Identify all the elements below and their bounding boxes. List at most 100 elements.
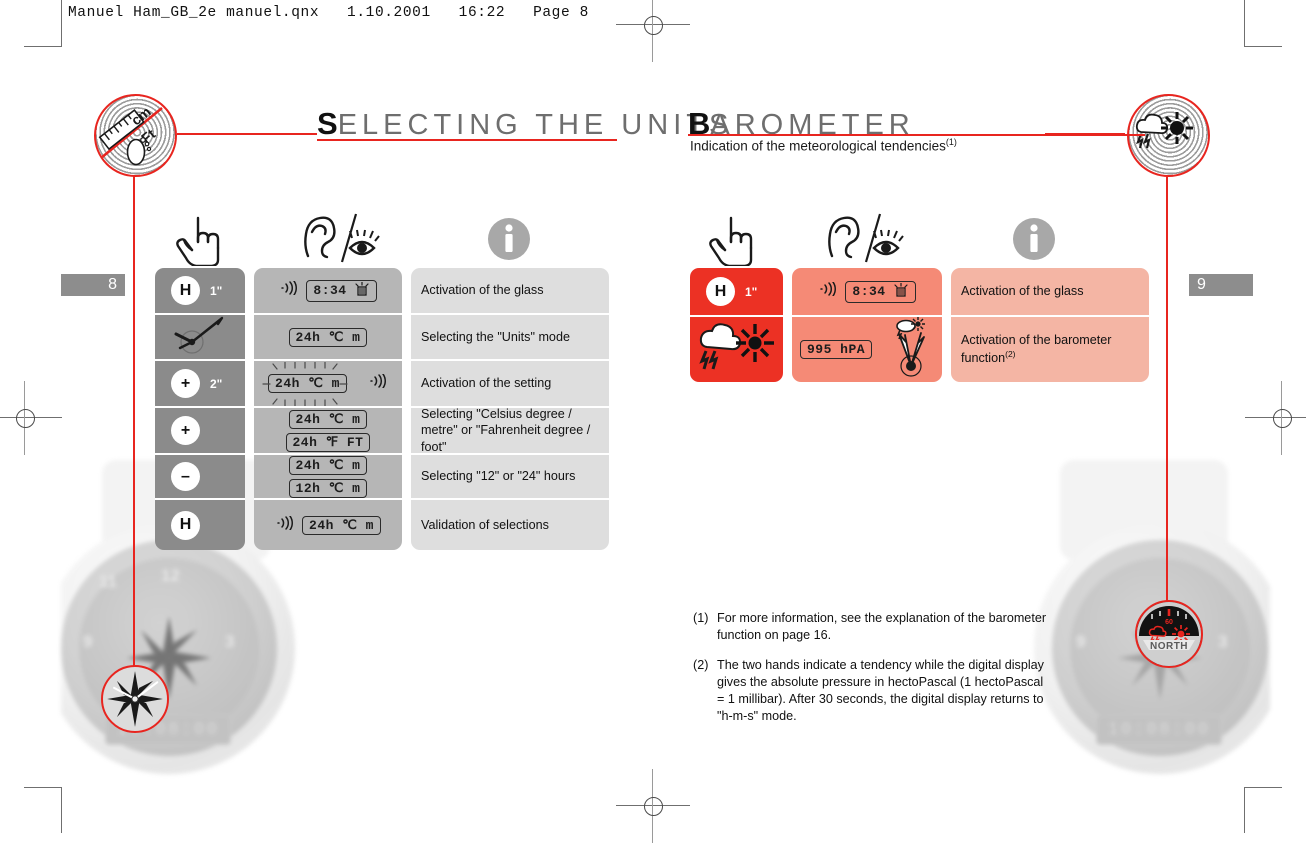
beep-icon — [275, 514, 295, 535]
description-text: Activation of the glass — [421, 283, 544, 298]
pictogram-ear-eye-left — [298, 212, 386, 271]
watch-hands-icon — [174, 314, 226, 361]
trim-mark-bottom-right-v — [1244, 787, 1245, 833]
footnote-item: (2) The two hands indicate a tendency wh… — [693, 657, 1053, 724]
table-row-pusher: + — [155, 406, 245, 453]
barometer-hands-icon — [888, 316, 934, 382]
bezel-callout-value: 60 — [1165, 619, 1173, 626]
weather-cloud-sun-icon — [697, 319, 777, 380]
pictogram-ear-eye-right — [822, 212, 910, 271]
proof-header-text: Manuel Ham_GB_2e manuel.qnx 1.10.2001 16… — [68, 5, 589, 21]
table-row-description: Activation of the glass — [951, 268, 1149, 315]
pusher-minus-icon[interactable]: – — [171, 462, 200, 491]
blink-rays-icon — [261, 361, 353, 411]
lcd-display: 24h ℃ m — [288, 327, 368, 347]
pusher-h-icon[interactable]: H — [171, 276, 200, 305]
watch-numeral: 3 — [225, 632, 235, 651]
watch-lcd-right: 10:08:00 — [1096, 715, 1222, 745]
table-row-pusher — [155, 313, 245, 359]
beep-icon — [279, 280, 299, 300]
description-text: Activation of the barometer function(2) — [961, 332, 1139, 366]
display-column: 8:34 — [792, 268, 942, 382]
table-row-display: 24h ℃ m — [254, 498, 402, 550]
description-text: Selecting "Celsius degree / metre" or "F… — [421, 406, 591, 454]
manual-spread: Manuel Ham_GB_2e manuel.qnx 1.10.2001 16… — [0, 0, 1306, 843]
press-duration: 1" — [745, 284, 758, 299]
description-ref: (2) — [1005, 348, 1016, 359]
table-row-display: 24h ℃ m 12h ℃ m — [254, 453, 402, 498]
lcd-display: 24h ℃ m — [302, 515, 381, 535]
watch-numeral: 9 — [83, 632, 93, 651]
table-row-pusher: H — [155, 498, 245, 550]
table-row-description: Selecting the "Units" mode — [411, 313, 609, 359]
table-row-description: Selecting "12" or "24" hours — [411, 453, 609, 498]
pusher-plus-icon[interactable]: + — [171, 416, 200, 445]
lcd-value: 8:34 — [852, 284, 886, 299]
lcd-display: 995 hPA — [799, 340, 873, 359]
table-row-description: Activation of the setting — [411, 359, 609, 406]
description-column: Activation of the glass Selecting the "U… — [411, 268, 609, 550]
lcd-display: 24h ℃ m — [288, 409, 368, 429]
registration-mark-top — [616, 0, 690, 62]
right-subtitle-ref: (1) — [945, 137, 957, 147]
right-subtitle-text: Indication of the meteorological tendenc… — [690, 138, 946, 154]
callout-units-icon: cm Ft — [94, 94, 177, 177]
description-text: Selecting "12" or "24" hours — [421, 469, 576, 484]
table-row-description: Activation of the glass — [411, 268, 609, 313]
press-duration: 1" — [210, 283, 223, 298]
right-title-rule — [688, 134, 1145, 136]
lcd-display: 24h ℃ m — [288, 455, 368, 475]
pictogram-hand-press-left — [172, 212, 228, 271]
callout-compass-rose — [101, 665, 169, 733]
trim-mark-right-h-bottom — [1245, 787, 1282, 788]
right-page-subtitle: Indication of the meteorological tendenc… — [690, 137, 957, 154]
pusher-h-icon[interactable]: H — [706, 277, 735, 306]
page-number-left: 8 — [61, 274, 125, 296]
table-row-pusher: H 1" — [690, 268, 783, 315]
lcd-display: 8:34 — [845, 280, 916, 303]
press-duration: 2" — [210, 376, 223, 391]
table-row-pusher — [690, 315, 783, 382]
trim-mark-top-right-v — [1244, 0, 1245, 47]
left-page-title: SELECTING THE UNITS — [317, 106, 733, 142]
table-row-description: Validation of selections — [411, 498, 609, 550]
registration-mark-right — [1245, 381, 1306, 455]
description-text: Activation of the glass — [961, 284, 1084, 299]
footnote-text: For more information, see the explanatio… — [717, 611, 1047, 642]
trim-mark-right-h — [1245, 46, 1282, 47]
lcd-display: 12h ℃ m — [288, 478, 368, 498]
description-column: Activation of the glass Activation of th… — [951, 268, 1149, 382]
footnote-text: The two hands indicate a tendency while … — [717, 658, 1044, 723]
pusher-h-icon[interactable]: H — [171, 510, 200, 540]
trim-mark-bottom-left-v — [61, 787, 62, 833]
leader-line-left-vertical — [133, 175, 135, 680]
lcd-value: 8:34 — [313, 283, 347, 298]
trim-mark-left-h-bottom — [24, 787, 61, 788]
left-title-rule — [317, 139, 617, 141]
table-row-description: Selecting "Celsius degree / metre" or "F… — [411, 406, 609, 454]
pictogram-info-right — [1011, 216, 1057, 267]
table-row-pusher: + 2" — [155, 359, 245, 406]
pictogram-info-left — [486, 216, 532, 267]
glass-light-icon — [893, 281, 909, 301]
page-number-right: 9 — [1189, 274, 1253, 296]
table-row-pusher: – — [155, 453, 245, 498]
beep-icon — [368, 373, 388, 393]
display-column: 8:34 — [254, 268, 402, 550]
footnotes-block: (1) For more information, see the explan… — [693, 610, 1053, 738]
watch-numeral: 11 — [99, 572, 117, 591]
callout-bezel-north: 60 NORTH — [1135, 600, 1203, 668]
leader-line-left-title — [177, 133, 317, 135]
watch-numeral: 3 — [1218, 632, 1228, 651]
pictogram-hand-press-right — [705, 212, 761, 271]
trim-mark-left-h — [24, 46, 61, 47]
left-title-lead: S — [317, 106, 338, 141]
pusher-plus-icon[interactable]: + — [171, 369, 200, 398]
pusher-column: H 1" + 2" + – H — [155, 268, 245, 550]
table-row-description: Activation of the barometer function(2) — [951, 315, 1149, 382]
trim-mark-top-left-v — [61, 0, 62, 47]
blinking-display: 24h ℃ m — [262, 361, 348, 407]
footnote-item: (1) For more information, see the explan… — [693, 610, 1053, 643]
description-text: Validation of selections — [421, 517, 549, 532]
description-text: Activation of the setting — [421, 376, 552, 391]
